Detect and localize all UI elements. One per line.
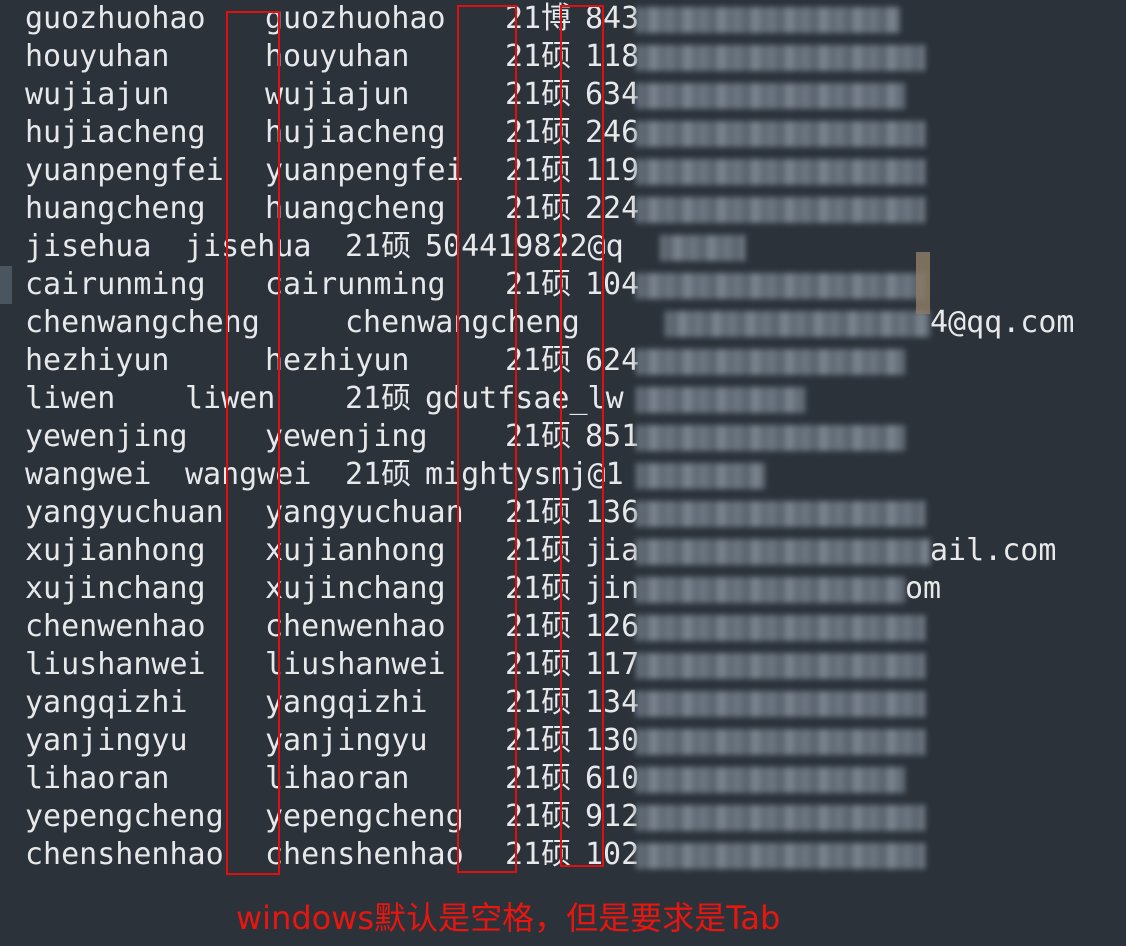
email-tail-cell: 4@qq.com <box>930 305 1075 340</box>
redacted-email-blur <box>636 425 905 451</box>
redacted-email-blur <box>636 463 765 489</box>
login-cell: hezhiyun <box>265 343 410 378</box>
highlight-box-column-1 <box>226 11 280 875</box>
username-cell: xujianhong <box>25 533 206 568</box>
redacted-email-blur <box>636 615 925 641</box>
login-cell: lihaoran <box>265 761 410 796</box>
redacted-email-blur <box>636 273 925 299</box>
redacted-email-blur <box>636 691 925 717</box>
redacted-email-blur <box>636 45 925 71</box>
redacted-email-blur <box>636 197 925 223</box>
username-cell: yanjingyu <box>25 723 188 758</box>
username-cell: yuanpengfei <box>25 153 224 188</box>
login-cell: xujianhong <box>265 533 446 568</box>
redacted-email-blur <box>665 311 930 337</box>
redacted-email-blur <box>636 121 925 147</box>
login-cell: hujiacheng <box>265 115 446 150</box>
scrollbar-thumb[interactable] <box>916 252 930 314</box>
redacted-email-blur <box>636 843 925 869</box>
redacted-email-blur <box>636 729 925 755</box>
highlight-box-column-3 <box>560 5 604 867</box>
redacted-email-blur <box>636 159 925 185</box>
login-cell: chenshenhao <box>265 837 464 872</box>
username-cell: yangyuchuan <box>25 495 224 530</box>
username-cell: lihaoran <box>25 761 170 796</box>
grade-cell: 21硕 <box>345 381 412 416</box>
login-cell: yewenjing <box>265 419 428 454</box>
username-cell: chenwangcheng <box>25 305 260 340</box>
username-cell: jisehua <box>25 229 152 264</box>
annotation-caption: windows默认是空格，但是要求是Tab <box>236 899 781 937</box>
username-cell: huangcheng <box>25 191 206 226</box>
username-cell: liwen <box>25 381 116 416</box>
login-cell: yuanpengfei <box>265 153 464 188</box>
login-cell: yangyuchuan <box>265 495 464 530</box>
redacted-email-blur <box>636 83 905 109</box>
redacted-email-blur <box>636 501 925 527</box>
redacted-email-blur <box>636 805 925 831</box>
username-cell: hujiacheng <box>25 115 206 150</box>
redacted-email-blur <box>636 653 925 679</box>
username-cell: chenwenhao <box>25 609 206 644</box>
login-cell: yepengcheng <box>265 799 464 834</box>
grade-cell: 21硕 <box>345 457 412 492</box>
username-cell: chenshenhao <box>25 837 224 872</box>
highlight-box-column-2 <box>457 5 517 873</box>
username-cell: liushanwei <box>25 647 206 682</box>
login-cell: cairunming <box>265 267 446 302</box>
username-cell: yewenjing <box>25 419 188 454</box>
redacted-email-blur <box>636 7 900 33</box>
username-cell: xujinchang <box>25 571 206 606</box>
login-cell: guozhuohao <box>265 1 446 36</box>
redacted-email-blur <box>636 577 905 603</box>
text-editor[interactable]: guozhuohao guozhuohao 21博 843 houyuhan houyuh… <box>0 0 1126 946</box>
username-cell: wangwei <box>25 457 152 492</box>
login-cell: yangqizhi <box>265 685 428 720</box>
username-cell: cairunming <box>25 267 206 302</box>
login-cell: wujiajun <box>265 77 410 112</box>
email-tail-cell: om <box>905 571 942 606</box>
login-cell: liushanwei <box>265 647 446 682</box>
login-cell: houyuhan <box>265 39 410 74</box>
redacted-email-blur <box>636 387 805 413</box>
username-cell: yangqizhi <box>25 685 188 720</box>
login-cell: yanjingyu <box>265 723 428 758</box>
email-tail-cell: ail.com <box>930 533 1057 568</box>
login-cell: xujinchang <box>265 571 446 606</box>
login-cell: chenwenhao <box>265 609 446 644</box>
username-cell: houyuhan <box>25 39 170 74</box>
username-cell: wujiajun <box>25 77 170 112</box>
username-cell: yepengcheng <box>25 799 224 834</box>
username-cell: hezhiyun <box>25 343 170 378</box>
redacted-email-blur <box>636 539 930 565</box>
redacted-email-blur <box>660 235 745 261</box>
redacted-email-blur <box>636 349 905 375</box>
grade-cell: 21硕 <box>345 229 412 264</box>
redacted-email-blur <box>636 767 905 793</box>
username-cell: guozhuohao <box>25 1 206 36</box>
login-cell: huangcheng <box>265 191 446 226</box>
